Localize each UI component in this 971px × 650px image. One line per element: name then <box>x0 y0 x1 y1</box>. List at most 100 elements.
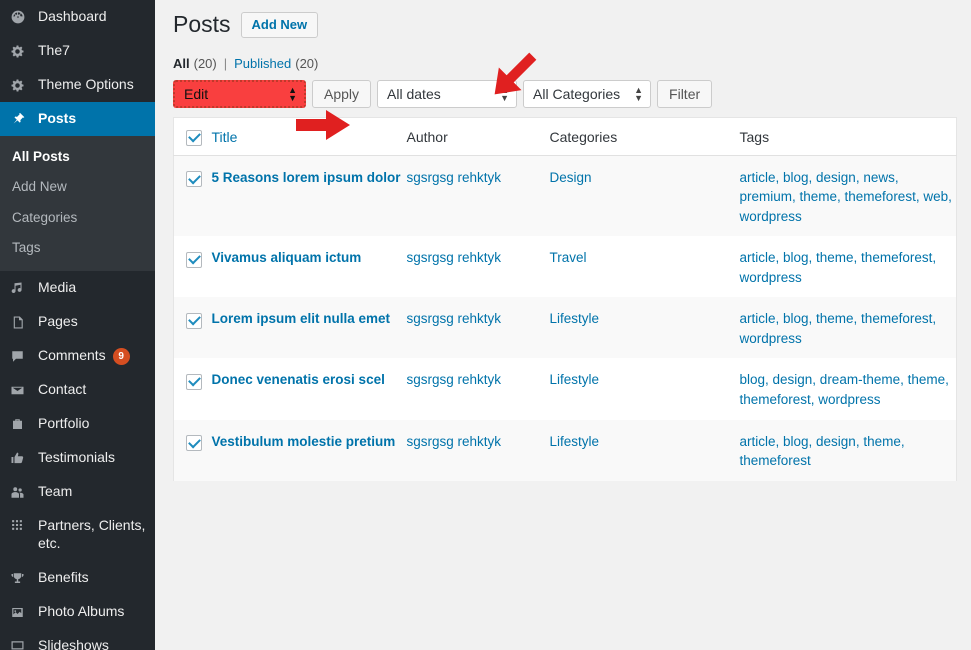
row-categories-text[interactable]: Travel <box>550 250 587 265</box>
row-title-text[interactable]: Lorem ipsum elit nulla emet <box>212 311 391 326</box>
row-checkbox-cell <box>174 358 212 419</box>
row-tags: blog, design, dream-theme, theme, themef… <box>740 358 957 419</box>
row-checkbox-cell <box>174 155 212 236</box>
sidebar-item-testimonials[interactable]: Testimonials <box>0 441 155 475</box>
apply-button[interactable]: Apply <box>312 80 372 108</box>
row-tags: article, blog, design, news, premium, th… <box>740 155 957 236</box>
bulk-actions-select[interactable]: Edit ▲ ▼ <box>173 80 306 108</box>
row-title-text[interactable]: Vestibulum molestie pretium <box>212 434 396 449</box>
sidebar-item-label: Comments <box>38 347 106 364</box>
sidebar-item-label: Testimonials <box>38 449 116 466</box>
row-categories: Lifestyle <box>550 420 740 481</box>
row-title-text[interactable]: Donec venenatis erosi scel <box>212 372 385 387</box>
row-tags-text[interactable]: article, blog, theme, themeforest, wordp… <box>740 250 937 285</box>
row-checkbox[interactable] <box>186 435 202 452</box>
sidebar-subitem-tags[interactable]: Tags <box>0 233 155 263</box>
sidebar-item-pages[interactable]: Pages <box>0 305 155 339</box>
posts-submenu: All Posts Add New Categories Tags <box>0 136 155 271</box>
sidebar-item-photo-albums[interactable]: Photo Albums <box>0 595 155 629</box>
sidebar-subitem-all-posts[interactable]: All Posts <box>0 142 155 172</box>
sidebar-item-contact[interactable]: Contact <box>0 373 155 407</box>
row-tags: article, blog, theme, themeforest, wordp… <box>740 236 957 297</box>
row-tags-text[interactable]: article, blog, theme, themeforest, wordp… <box>740 311 937 346</box>
sidebar-item-dashboard[interactable]: Dashboard <box>0 0 155 34</box>
pages-icon <box>10 315 34 330</box>
row-categories-text[interactable]: Lifestyle <box>550 434 600 449</box>
monitor-icon <box>10 639 34 650</box>
row-title-text[interactable]: Vivamus aliquam ictum <box>212 250 362 265</box>
row-checkbox[interactable] <box>186 171 202 187</box>
sidebar-item-label: Contact <box>38 381 87 398</box>
dates-filter-value: All dates <box>387 86 441 102</box>
select-all-checkbox[interactable] <box>186 129 202 146</box>
sidebar-item-partners-clients[interactable]: Partners, Clients, etc. <box>0 509 155 561</box>
column-header-categories: Categories <box>549 117 740 156</box>
row-title: Vestibulum molestie pretium <box>212 420 407 481</box>
page-header: Posts Add New <box>173 8 957 42</box>
row-author-text[interactable]: sgsrgsg rehktyk <box>407 434 502 449</box>
table-row: Donec venenatis erosi scel sgsrgsg rehkty… <box>174 358 957 419</box>
filter-link-published[interactable]: Published <box>234 56 291 71</box>
row-categories-text[interactable]: Lifestyle <box>550 372 600 387</box>
sidebar-item-the7[interactable]: The7 <box>0 34 155 68</box>
filter-count-published: (20) <box>295 55 319 71</box>
row-checkbox[interactable] <box>186 251 202 268</box>
gear-icon <box>10 78 34 93</box>
row-title: Lorem ipsum elit nulla emet <box>212 297 407 358</box>
row-author: sgsrgsg rehktyk <box>407 236 550 297</box>
row-categories: Lifestyle <box>550 297 740 358</box>
categories-filter-select[interactable]: All Categories ▲ ▼ <box>523 80 652 108</box>
row-checkbox[interactable] <box>186 373 202 390</box>
briefcase-icon <box>10 417 34 432</box>
row-checkbox[interactable] <box>186 312 202 329</box>
posts-list-table: Title Author Categories Tags 5 Reasons l… <box>173 117 957 481</box>
row-author-text[interactable]: sgsrgsg rehktyk <box>407 170 502 185</box>
row-author-text[interactable]: sgsrgsg rehktyk <box>407 372 502 387</box>
row-tags-text[interactable]: article, blog, design, theme, themefores… <box>740 434 905 469</box>
row-categories: Lifestyle <box>550 358 740 419</box>
row-tags-text[interactable]: article, blog, design, news, premium, th… <box>740 170 952 224</box>
row-checkbox-cell <box>174 420 212 481</box>
row-author-text[interactable]: sgsrgsg rehktyk <box>407 311 502 326</box>
table-row: Vivamus aliquam ictum sgsrgsg rehktyk Trav… <box>174 236 957 297</box>
sidebar-item-team[interactable]: Team <box>0 475 155 509</box>
row-author-text[interactable]: sgsrgsg rehktyk <box>407 250 502 265</box>
sidebar-item-label: Media <box>38 279 77 296</box>
sidebar-item-posts[interactable]: Posts <box>0 102 155 136</box>
sidebar-item-media[interactable]: Media <box>0 271 155 305</box>
sidebar-subitem-categories[interactable]: Categories <box>0 203 155 233</box>
row-categories: Travel <box>550 236 740 297</box>
row-categories-text[interactable]: Design <box>550 170 592 185</box>
filter-separator: | <box>223 55 228 71</box>
sidebar-item-slideshows[interactable]: Slideshows <box>0 629 155 650</box>
thumbs-up-icon <box>10 451 34 466</box>
sidebar-item-comments[interactable]: Comments 9 <box>0 339 155 373</box>
sidebar-subitem-add-new[interactable]: Add New <box>0 172 155 202</box>
table-row: 5 Reasons lorem ipsum dolor sgsrgsg rehkt… <box>173 155 957 237</box>
dashboard-icon <box>10 9 34 25</box>
media-icon <box>10 281 34 296</box>
sidebar-item-label: Benefits <box>38 569 89 586</box>
sidebar-item-benefits[interactable]: Benefits <box>0 561 155 595</box>
row-title-text[interactable]: 5 Reasons lorem ipsum dolor <box>212 170 401 185</box>
sidebar-item-label: Pages <box>38 313 78 330</box>
sidebar-item-label: Dashboard <box>38 8 107 25</box>
column-header-title[interactable]: Title <box>211 117 407 156</box>
add-new-button[interactable]: Add New <box>240 11 319 39</box>
filter-link-all[interactable]: All <box>173 56 190 71</box>
row-author: sgsrgsg rehktyk <box>407 155 550 236</box>
column-header-author: Author <box>406 117 550 156</box>
filter-button[interactable]: Filter <box>657 80 713 108</box>
trophy-icon <box>10 571 34 586</box>
users-icon <box>10 485 34 500</box>
sidebar-item-theme-options[interactable]: Theme Options <box>0 68 155 102</box>
row-tags-text[interactable]: blog, design, dream-theme, theme, themef… <box>740 372 949 407</box>
gear-icon <box>10 44 34 59</box>
sidebar-item-portfolio[interactable]: Portfolio <box>0 407 155 441</box>
admin-sidebar: Dashboard The7 Theme Options Posts All P… <box>0 0 155 650</box>
sidebar-item-label: Photo Albums <box>38 603 125 620</box>
row-categories-text[interactable]: Lifestyle <box>550 311 600 326</box>
table-header-row: Title Author Categories Tags <box>173 117 957 156</box>
dates-filter-select[interactable]: All dates ▲ ▼ <box>377 80 518 108</box>
pin-icon <box>10 111 34 127</box>
